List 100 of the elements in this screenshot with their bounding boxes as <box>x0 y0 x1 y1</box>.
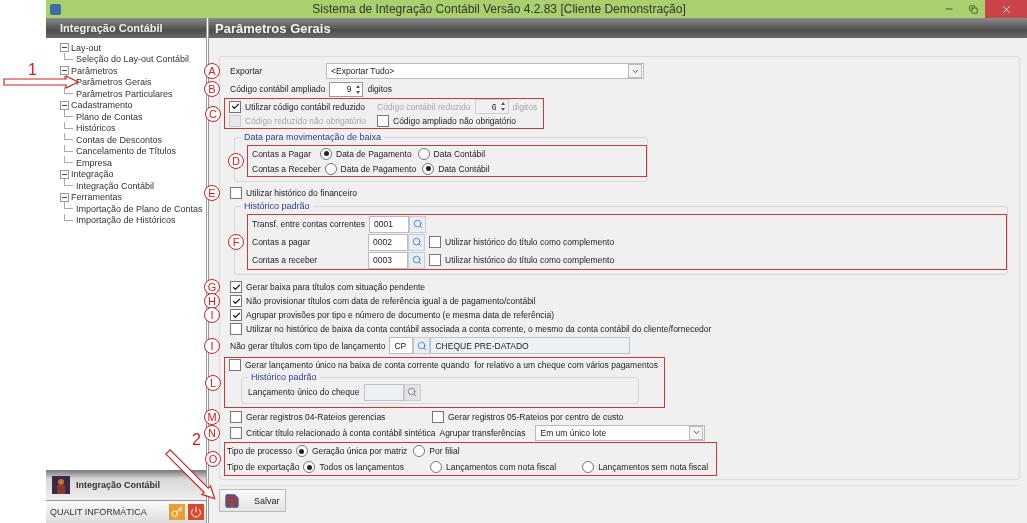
annotation-marker: H <box>204 293 220 309</box>
collapse-icon[interactable] <box>60 100 69 110</box>
checkbox[interactable] <box>229 100 241 113</box>
search-button[interactable] <box>408 233 425 251</box>
power-icon[interactable] <box>188 504 204 520</box>
option-label: Lançamentos sem nota fiscal <box>598 462 709 472</box>
checkbox[interactable] <box>230 187 242 199</box>
checkbox-label: Gerar baixa para títulos com situação pendente <box>246 282 426 292</box>
tree-item[interactable]: Importação de Históricos <box>76 215 176 226</box>
company-name: QUALIT INFORMÁTICA <box>50 507 148 517</box>
checkbox[interactable] <box>429 236 441 248</box>
search-button[interactable] <box>408 251 425 269</box>
group-title: Data para movimentação de baixa <box>241 132 385 142</box>
search-button[interactable] <box>413 337 431 354</box>
checkbox[interactable] <box>230 281 242 293</box>
checkbox[interactable] <box>230 323 242 335</box>
transfer-select[interactable]: Em um único lote <box>535 424 706 441</box>
field-label: Lançamento único do cheque <box>248 387 360 397</box>
code-field[interactable]: 0001 <box>369 215 410 233</box>
tree-item[interactable]: Integração <box>71 169 114 180</box>
radio-button[interactable] <box>582 461 595 473</box>
option-label: Todos os lançamentos <box>319 462 405 472</box>
tree-item[interactable]: Parâmetros Particulares <box>76 88 173 99</box>
field-label: Código contábil reduzido <box>377 101 471 112</box>
annotation-marker: G <box>204 279 220 295</box>
window-title: Sistema de Integração Contábil Versão 4.2.83 [Cliente Demonstração] <box>311 2 687 16</box>
annotation-marker: N <box>204 424 220 441</box>
radio-button[interactable] <box>417 147 430 160</box>
annotation-number: 1 <box>28 62 37 78</box>
radio-button[interactable] <box>295 445 308 457</box>
tree-item[interactable]: Contas de Descontos <box>76 134 163 145</box>
tree-item[interactable]: Seleção do Lay-out Contábil <box>76 54 190 65</box>
tree-item[interactable]: Históricos <box>76 123 116 134</box>
save-button[interactable]: Salvar <box>219 489 286 512</box>
unit-label: digitos <box>512 101 538 112</box>
radio-button[interactable] <box>320 147 332 160</box>
tree-item[interactable]: Ferramentas <box>71 192 123 203</box>
search-icon <box>412 219 423 229</box>
row-label: Tipo de exportação <box>227 462 300 472</box>
option-label: Data Contábil <box>438 163 490 174</box>
annotation-marker: D <box>228 153 244 169</box>
dropdown-icon <box>689 425 704 440</box>
annotation-marker: F <box>228 234 244 250</box>
row-label: Contas a Pagar <box>252 148 313 159</box>
collapse-icon[interactable] <box>60 66 69 76</box>
tree-item[interactable]: Parâmetros Gerais <box>76 77 152 88</box>
field-label: Agrupar transferências <box>439 427 527 438</box>
field-label: Código contábil ampliado <box>230 84 326 94</box>
checkbox[interactable] <box>230 309 242 321</box>
option-label: Data Contábil <box>433 148 486 159</box>
code-field[interactable]: 0002 <box>368 233 408 251</box>
checkbox[interactable] <box>230 410 242 423</box>
radio-button[interactable] <box>422 162 435 175</box>
checkbox-label: Código reduzido não obrigatório <box>245 116 367 126</box>
search-icon <box>411 255 422 265</box>
checkbox[interactable] <box>429 254 441 266</box>
search-button[interactable] <box>409 215 427 233</box>
tree-item[interactable]: Cancelamento de Títulos <box>76 146 176 157</box>
radio-button[interactable] <box>413 445 426 457</box>
module-bar[interactable]: Integração Contábil <box>46 470 206 500</box>
group-title: Histórico padrão <box>241 201 313 211</box>
checkbox-label: Gerar registros 05-Rateios por centro de custo <box>448 411 624 422</box>
option-label: Lançamentos com nota fiscal <box>446 462 557 472</box>
checkbox[interactable] <box>432 410 444 423</box>
spin-field[interactable]: 9 <box>329 81 364 97</box>
tree-item[interactable]: Plano de Contas <box>76 111 143 122</box>
checkbox-label: Utilizar no histórico de baixa da conta contábil associada a conta corrente, o mesmo da conta contábil do cliente/fornecedor <box>246 324 712 334</box>
unit-label: digitos <box>367 84 393 94</box>
checkbox[interactable] <box>230 426 242 439</box>
collapse-icon[interactable] <box>60 43 69 53</box>
checkbox[interactable] <box>377 115 389 127</box>
tree-item[interactable]: Integração Contábil <box>76 180 155 191</box>
search-icon <box>411 237 422 247</box>
checkbox-label: Utilizar histórico do título como complemento <box>445 255 615 265</box>
collapse-icon[interactable] <box>60 192 69 202</box>
export-select[interactable]: <Exportar Tudo> <box>326 63 644 79</box>
code-field[interactable]: CP <box>389 337 414 354</box>
search-icon <box>407 387 418 397</box>
tree-item[interactable]: Cadastramento <box>71 100 133 111</box>
tree-item[interactable]: Parâmetros <box>71 65 118 76</box>
row-label: Contas a receber <box>252 255 319 265</box>
collapse-icon[interactable] <box>60 169 69 179</box>
radio-button[interactable] <box>324 162 337 175</box>
checkbox-label: Código ampliado não obrigatório <box>393 116 516 126</box>
tree-item[interactable]: Empresa <box>76 157 112 168</box>
radio-button[interactable] <box>303 461 316 473</box>
module-name: Integração Contábil <box>76 480 160 490</box>
floppy-icon <box>224 492 240 509</box>
code-field[interactable]: 0003 <box>368 251 408 269</box>
spin-field[interactable]: 6 <box>474 99 509 114</box>
annotation-marker: C <box>205 105 221 122</box>
annotation-marker: I <box>204 307 220 323</box>
annotation-marker: O <box>205 451 221 467</box>
checkbox-label: Agrupar provisões por tipo e número de documento (e mesma data de referência) <box>246 310 555 320</box>
tree-item[interactable]: Importação de Plano de Contas <box>76 203 203 214</box>
tree-item[interactable]: Lay-out <box>71 42 102 53</box>
description-field: CHEQUE PRE-DATADO <box>430 337 631 354</box>
checkbox[interactable] <box>230 295 242 307</box>
radio-button[interactable] <box>430 461 443 473</box>
field-label: Exportar <box>230 66 264 76</box>
